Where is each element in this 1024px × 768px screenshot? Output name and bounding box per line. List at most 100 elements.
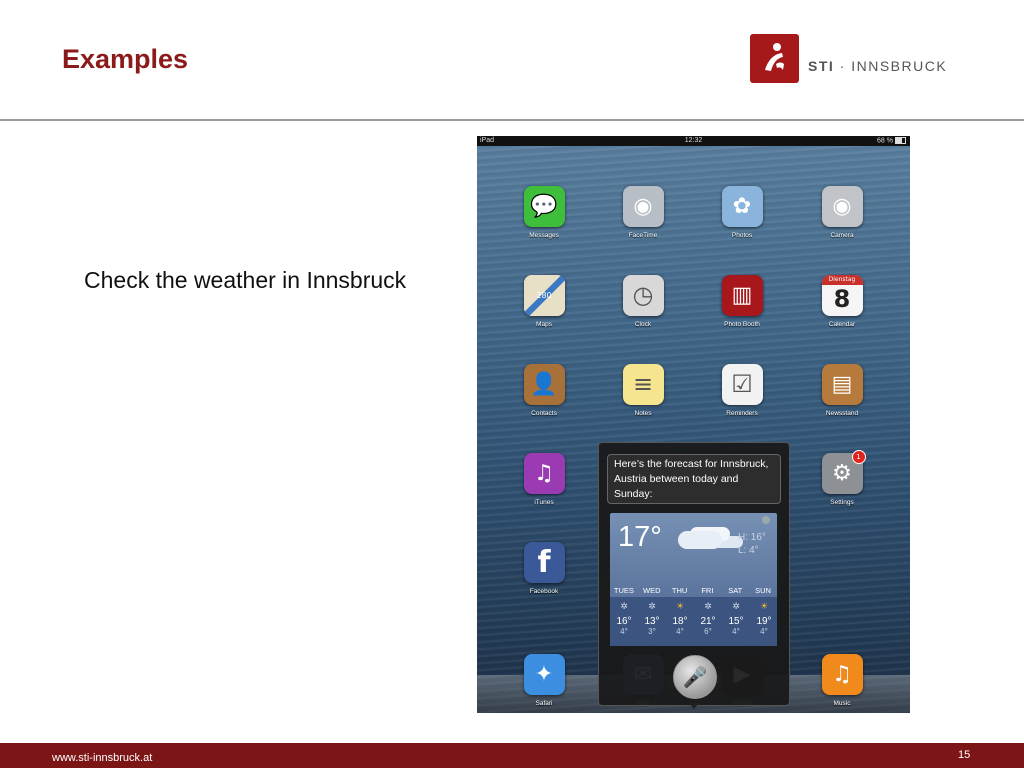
camera-icon[interactable]: ◉ bbox=[821, 186, 863, 227]
app-label: Reminders bbox=[726, 410, 758, 417]
notes-icon-glyph: ≡ bbox=[632, 370, 654, 398]
music-icon-glyph: ♫ bbox=[832, 662, 852, 687]
sunny-icon: ☀ bbox=[675, 602, 685, 612]
forecast-low: 4° bbox=[620, 627, 628, 636]
app-label: Maps bbox=[536, 321, 552, 328]
forecast-high: 18° bbox=[672, 616, 688, 627]
logo-brand-sti: STI bbox=[808, 58, 835, 74]
ipad-status-bar: iPad 12:32 68 % bbox=[477, 136, 910, 146]
forecast-day: ✲ 16° 4° bbox=[610, 597, 638, 636]
notes-icon[interactable]: ≡ bbox=[622, 364, 664, 405]
app-label: Contacts bbox=[531, 410, 557, 417]
app-label: Clock bbox=[634, 321, 652, 328]
app-maps[interactable]: 280 Maps bbox=[514, 275, 574, 328]
forecast-grid: ✲ 16° 4° ✲ 13° 3° ☀ 18° 4° ✲ 21° 6° ✲ 15° 4° ☀ 19° 4° bbox=[610, 597, 777, 646]
logo-wordmark: STI · INNSBRUCK bbox=[808, 58, 947, 74]
app-clock[interactable]: ◷ Clock bbox=[613, 275, 673, 328]
forecast-day: ☀ 19° 4° bbox=[750, 597, 778, 636]
settings-icon[interactable]: ⚙ 1 bbox=[821, 450, 866, 494]
app-label: Calendar bbox=[828, 321, 856, 328]
app-newsstand[interactable]: ▤ Newsstand bbox=[812, 364, 872, 417]
forecast-day: ✲ 21° 6° bbox=[694, 597, 722, 636]
photo-booth-icon-glyph: ▥ bbox=[731, 283, 753, 308]
ipad-screen: iPad 12:32 68 % 💬 Messages ◉ FaceTime ✿ Photo… bbox=[477, 136, 910, 713]
clear-icon: ✲ bbox=[732, 602, 740, 612]
facetime-icon-glyph: ◉ bbox=[633, 194, 653, 219]
low-temp: 4° bbox=[749, 545, 759, 556]
high-label: H: bbox=[738, 532, 748, 543]
notification-badge: 1 bbox=[851, 450, 866, 464]
safari-icon[interactable]: ✦ bbox=[523, 654, 565, 695]
sti-logo-icon bbox=[750, 34, 799, 83]
calendar-icon-glyph: 8 bbox=[833, 285, 851, 313]
contacts-icon[interactable]: 👤 bbox=[523, 364, 565, 405]
app-facetime[interactable]: ◉ FaceTime bbox=[613, 186, 673, 239]
contacts-icon-glyph: 👤 bbox=[530, 372, 558, 397]
reminders-icon[interactable]: ☑ bbox=[721, 364, 763, 405]
clock-icon-glyph: ◷ bbox=[632, 281, 654, 309]
app-itunes[interactable]: ♫ iTunes bbox=[514, 453, 574, 506]
footer-url: www.sti-innsbruck.at bbox=[52, 752, 153, 764]
forecast-day-label: SAT bbox=[728, 586, 743, 595]
forecast-day: ☀ 18° 4° bbox=[666, 597, 694, 636]
safari-icon-glyph: ✦ bbox=[534, 662, 554, 687]
siri-panel: Here’s the forecast for Innsbruck, Austr… bbox=[598, 442, 790, 706]
clear-icon: ✲ bbox=[704, 602, 712, 612]
status-time: 12:32 bbox=[684, 137, 703, 144]
photos-icon-glyph: ✿ bbox=[732, 194, 752, 219]
app-label: Safari bbox=[535, 700, 553, 707]
clear-icon: ✲ bbox=[620, 602, 628, 612]
music-icon[interactable]: ♫ bbox=[821, 654, 863, 695]
weather-high-low: H: 16° L: 4° bbox=[738, 531, 766, 557]
calendar-icon[interactable]: Dienstag 8 bbox=[821, 275, 863, 316]
forecast-day: ✲ 13° 3° bbox=[638, 597, 666, 636]
reminders-icon-glyph: ☑ bbox=[731, 370, 753, 398]
app-label: iTunes bbox=[534, 499, 554, 506]
app-label: Photos bbox=[731, 232, 753, 239]
siri-mic-button[interactable]: 🎤 bbox=[673, 655, 717, 699]
app-label: Facebook bbox=[529, 588, 559, 595]
weather-card[interactable]: 17° H: 16° L: 4° TUES WED THU FRI SAT SUN ✲ 16… bbox=[610, 513, 777, 646]
weather-info-icon[interactable] bbox=[762, 516, 770, 524]
app-messages[interactable]: 💬 Messages bbox=[514, 186, 574, 239]
maps-icon[interactable]: 280 bbox=[523, 275, 565, 316]
app-facebook[interactable]: f Facebook bbox=[514, 542, 574, 595]
app-safari[interactable]: ✦ Safari bbox=[514, 654, 574, 707]
app-label: Newsstand bbox=[825, 410, 859, 417]
app-reminders[interactable]: ☑ Reminders bbox=[712, 364, 772, 417]
siri-pointer bbox=[689, 703, 699, 709]
app-settings[interactable]: ⚙ 1 Settings bbox=[812, 450, 872, 506]
app-contacts[interactable]: 👤 Contacts bbox=[514, 364, 574, 417]
forecast-day-label: THU bbox=[671, 586, 688, 595]
forecast-low: 6° bbox=[704, 627, 712, 636]
forecast-high: 13° bbox=[644, 616, 660, 627]
app-label: Camera bbox=[830, 232, 854, 239]
header-divider bbox=[0, 119, 1024, 121]
forecast-day-label: SUN bbox=[755, 586, 771, 595]
forecast-low: 4° bbox=[676, 627, 684, 636]
app-calendar[interactable]: Dienstag 8 Calendar bbox=[812, 275, 872, 328]
app-camera[interactable]: ◉ Camera bbox=[812, 186, 872, 239]
photo-booth-icon[interactable]: ▥ bbox=[721, 275, 763, 316]
maps-icon-glyph: 280 bbox=[523, 275, 565, 316]
app-music[interactable]: ♫ Music bbox=[812, 654, 872, 707]
forecast-low: 3° bbox=[648, 627, 656, 636]
sunny-icon: ☀ bbox=[759, 602, 769, 612]
app-notes[interactable]: ≡ Notes bbox=[613, 364, 673, 417]
photos-icon[interactable]: ✿ bbox=[721, 186, 763, 227]
app-photos[interactable]: ✿ Photos bbox=[712, 186, 772, 239]
battery-icon bbox=[895, 137, 906, 144]
newsstand-icon[interactable]: ▤ bbox=[821, 364, 863, 405]
app-label: Messages bbox=[529, 232, 559, 239]
messages-icon[interactable]: 💬 bbox=[523, 186, 565, 227]
clock-icon[interactable]: ◷ bbox=[622, 275, 664, 316]
facetime-icon[interactable]: ◉ bbox=[622, 186, 664, 227]
slide-title: Examples bbox=[62, 44, 189, 74]
forecast-days: TUES WED THU FRI SAT SUN bbox=[610, 586, 777, 595]
forecast-high: 19° bbox=[756, 616, 772, 627]
forecast-day: ✲ 15° 4° bbox=[722, 597, 750, 636]
itunes-icon[interactable]: ♫ bbox=[523, 453, 565, 494]
facebook-icon[interactable]: f bbox=[523, 542, 565, 583]
weather-current-temp: 17° bbox=[618, 521, 662, 553]
app-photo-booth[interactable]: ▥ Photo Booth bbox=[712, 275, 772, 328]
